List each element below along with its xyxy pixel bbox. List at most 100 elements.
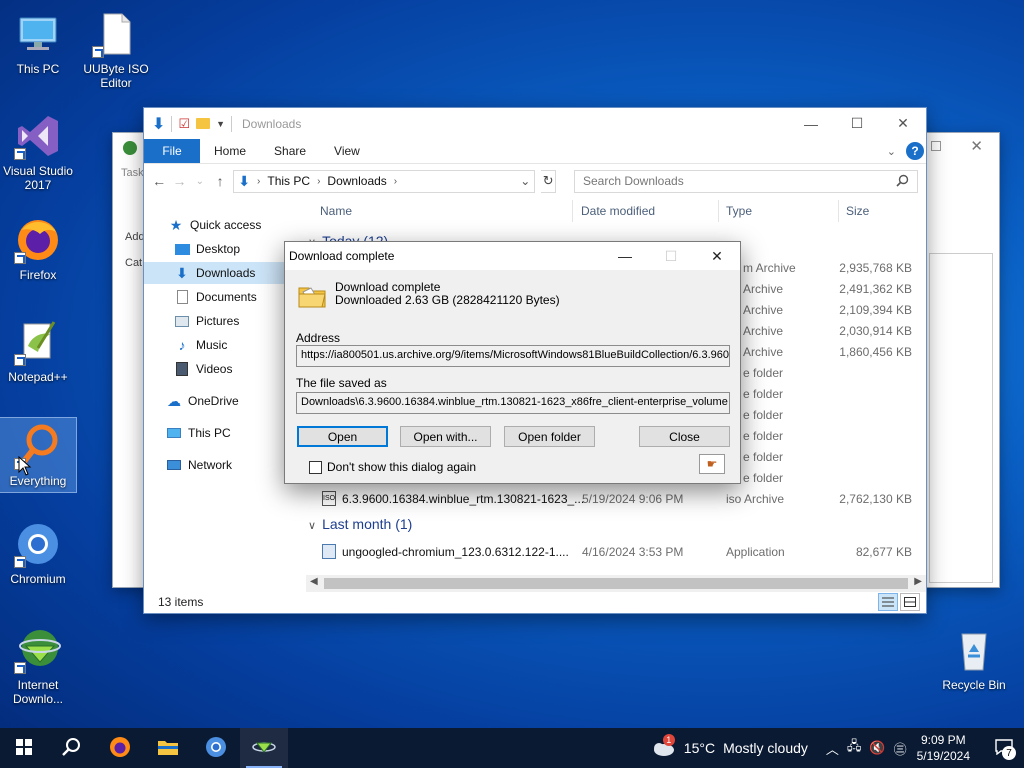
taskbar-firefox[interactable] bbox=[96, 728, 144, 768]
nav-item-videos[interactable]: Videos bbox=[144, 358, 292, 380]
breadcrumb-downloads[interactable]: Downloads bbox=[323, 174, 390, 188]
open-folder-button[interactable]: Open folder bbox=[504, 426, 595, 447]
scrollbar-thumb[interactable] bbox=[324, 578, 908, 589]
minimize-button[interactable]: — bbox=[602, 242, 648, 270]
refresh-button[interactable]: ↻ bbox=[541, 169, 556, 193]
taskbar-chromium[interactable] bbox=[192, 728, 240, 768]
nav-item-downloads[interactable]: ⬇ Downloads bbox=[144, 262, 292, 284]
address-bar[interactable]: ⬇ › This PC › Downloads › ⌄ bbox=[233, 169, 536, 193]
download-complete-dialog[interactable]: Download complete — ☐ ✕ Download complet… bbox=[284, 241, 741, 484]
up-button[interactable]: ↑ bbox=[213, 170, 227, 192]
forward-button[interactable]: → bbox=[172, 170, 186, 192]
chevron-up-icon[interactable]: ︿ bbox=[826, 739, 839, 758]
open-button[interactable]: Open bbox=[297, 426, 388, 447]
column-header-size[interactable]: Size bbox=[846, 200, 869, 222]
nav-label: Quick access bbox=[190, 218, 262, 232]
desktop-icon-this-pc[interactable]: This PC bbox=[0, 10, 76, 76]
notification-center-button[interactable]: 7 bbox=[984, 728, 1024, 768]
close-icon[interactable]: ✕ bbox=[970, 137, 983, 155]
column-header-type[interactable]: Type bbox=[726, 200, 752, 222]
explorer-titlebar[interactable]: ⬇ ☑ ▼ Downloads — ☐ ✕ bbox=[144, 108, 926, 139]
tab-file[interactable]: File bbox=[144, 139, 200, 163]
tab-home[interactable]: Home bbox=[200, 139, 260, 163]
nav-item-this-pc[interactable]: This PC bbox=[144, 422, 292, 444]
desktop-icon-recycle-bin[interactable]: Recycle Bin bbox=[936, 626, 1012, 692]
idm-logo-icon bbox=[123, 141, 137, 155]
saved-as-field[interactable]: Downloads\6.3.9600.16384.winblue_rtm.130… bbox=[296, 392, 730, 414]
nav-label: Documents bbox=[196, 290, 257, 304]
breadcrumb-separator-icon[interactable]: › bbox=[254, 176, 263, 187]
qat-dropdown-icon[interactable]: ▼ bbox=[216, 119, 225, 129]
nav-item-quick-access[interactable]: ★ Quick access bbox=[144, 214, 292, 236]
close-dialog-button[interactable]: Close bbox=[639, 426, 730, 447]
taskbar-internet-download-manager[interactable] bbox=[240, 728, 288, 768]
open-with-button[interactable]: Open with... bbox=[400, 426, 491, 447]
scroll-left-icon[interactable]: ◀ bbox=[310, 576, 318, 587]
file-row[interactable]: ISO 6.3.9600.16384.winblue_rtm.130821-162… bbox=[308, 488, 920, 509]
column-header-name[interactable]: Name bbox=[320, 200, 352, 222]
desktop-icon-visual-studio[interactable]: Visual Studio 2017 bbox=[0, 112, 76, 192]
address-dropdown-icon[interactable]: ⌄ bbox=[516, 174, 534, 188]
cloudy-weather-icon: 1 bbox=[650, 733, 676, 760]
breadcrumb-separator-icon[interactable]: › bbox=[314, 176, 323, 187]
clock-date: 5/19/2024 bbox=[916, 749, 970, 763]
dont-show-again-checkbox[interactable]: Don't show this dialog again bbox=[309, 460, 476, 474]
properties-icon[interactable]: ☑ bbox=[178, 116, 190, 132]
add-url-label[interactable]: Add bbox=[125, 231, 145, 243]
details-view-icon[interactable] bbox=[878, 593, 898, 611]
maximize-icon[interactable] bbox=[931, 141, 941, 151]
close-button[interactable]: ✕ bbox=[694, 242, 740, 270]
file-row[interactable]: ungoogled-chromium_123.0.6312.122-1.... … bbox=[308, 541, 920, 562]
search-button[interactable] bbox=[48, 728, 96, 768]
new-folder-icon[interactable] bbox=[196, 118, 211, 129]
desktop-icon-label: Notepad++ bbox=[8, 370, 68, 384]
volume-muted-icon[interactable]: 🔇 bbox=[869, 740, 885, 756]
maximize-button[interactable]: ☐ bbox=[834, 108, 880, 139]
desktop-icon-firefox[interactable]: Firefox bbox=[0, 216, 76, 282]
close-button[interactable]: ✕ bbox=[880, 108, 926, 139]
column-divider[interactable] bbox=[838, 200, 839, 222]
column-divider[interactable] bbox=[718, 200, 719, 222]
large-icons-view-icon[interactable] bbox=[900, 593, 920, 611]
nav-item-onedrive[interactable]: ☁ OneDrive bbox=[144, 390, 292, 412]
column-header-date[interactable]: Date modified bbox=[581, 200, 655, 222]
checkbox-box[interactable] bbox=[309, 460, 322, 474]
column-divider[interactable] bbox=[572, 200, 573, 222]
desktop-icon-everything[interactable]: Everything bbox=[0, 417, 77, 493]
clock[interactable]: 9:09 PM 5/19/2024 bbox=[917, 732, 970, 764]
nav-item-pictures[interactable]: Pictures bbox=[144, 310, 292, 332]
horizontal-scrollbar[interactable]: ◀ ▶ bbox=[306, 575, 926, 592]
tab-share[interactable]: Share bbox=[260, 139, 320, 163]
desktop-icon-label: Recycle Bin bbox=[942, 678, 1006, 692]
breadcrumb-this-pc[interactable]: This PC bbox=[263, 174, 314, 188]
tab-view[interactable]: View bbox=[320, 139, 374, 163]
minimize-button[interactable]: — bbox=[788, 108, 834, 139]
desktop-icon-idm[interactable]: Internet Downlo... bbox=[0, 626, 76, 706]
breadcrumb-separator-icon[interactable]: › bbox=[391, 176, 400, 187]
hand-cursor-icon[interactable]: ☛ bbox=[699, 454, 725, 474]
address-field[interactable]: https://ia800501.us.archive.org/9/items/… bbox=[296, 345, 730, 367]
weather-widget[interactable]: 1 15°C Mostly cloudy bbox=[650, 733, 808, 760]
recent-locations-icon[interactable]: ⌄ bbox=[193, 170, 207, 192]
desktop-icon-notepadpp[interactable]: Notepad++ bbox=[0, 318, 76, 384]
nav-item-documents[interactable]: Documents bbox=[144, 286, 292, 308]
expand-ribbon-icon[interactable]: ⌄ bbox=[887, 145, 896, 158]
nav-item-network[interactable]: Network bbox=[144, 454, 292, 476]
network-icon[interactable]: 🖧 bbox=[847, 737, 862, 759]
downloads-list-panel[interactable] bbox=[929, 253, 993, 583]
back-button[interactable]: ← bbox=[152, 170, 166, 192]
group-header-last-month[interactable]: ∨ Last month (1) bbox=[308, 516, 412, 532]
scroll-right-icon[interactable]: ▶ bbox=[914, 576, 922, 587]
help-icon[interactable]: ? bbox=[906, 142, 924, 160]
desktop-icon-uubyte[interactable]: UUByte ISO Editor bbox=[78, 10, 154, 90]
weather-condition: Mostly cloudy bbox=[723, 740, 808, 756]
nav-item-desktop[interactable]: Desktop bbox=[144, 238, 292, 260]
navigation-pane[interactable]: ★ Quick access Desktop ⬇ Downloads Docum… bbox=[144, 204, 292, 588]
tasks-menu-label[interactable]: Task bbox=[121, 167, 144, 179]
desktop-icon-chromium[interactable]: Chromium bbox=[0, 520, 76, 586]
ime-icon[interactable]: ㊂ bbox=[894, 739, 907, 758]
search-input[interactable]: Search Downloads bbox=[573, 169, 918, 193]
taskbar-file-explorer[interactable] bbox=[144, 728, 192, 768]
start-button[interactable] bbox=[0, 728, 48, 768]
nav-item-music[interactable]: ♪ Music bbox=[144, 334, 292, 356]
